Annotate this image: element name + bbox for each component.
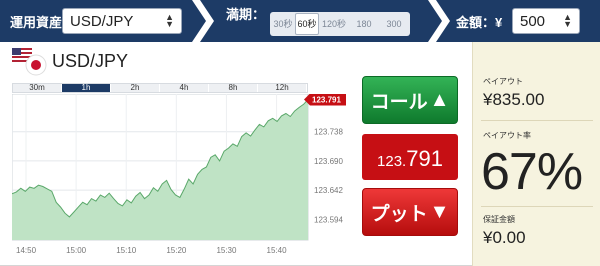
payout-value: ¥835.00 — [483, 90, 545, 109]
x-tick-label: 15:30 — [216, 246, 237, 255]
asset-segment: 運用資産 — [10, 0, 62, 42]
expiry-label: 満期： — [226, 6, 266, 22]
payout-rate-value: 67% — [481, 143, 583, 201]
chevron-separator-icon — [428, 0, 450, 42]
y-tick-label: 123.738 — [314, 128, 343, 137]
usd-jpy-flag-icon — [12, 48, 47, 76]
divider — [481, 120, 593, 121]
price-suffix: 791 — [406, 146, 443, 171]
select-caret-icon: ▲ ▼ — [165, 12, 174, 29]
chevron-separator-icon — [192, 0, 214, 42]
price-chart[interactable]: 123.738123.690123.642123.594 14:50 15:00 1… — [12, 94, 362, 264]
current-price-label: 123.791 — [312, 95, 341, 104]
tab-12h[interactable]: 12h — [258, 84, 307, 92]
y-tick-label: 123.594 — [314, 215, 343, 224]
tab-2h[interactable]: 2h — [111, 84, 160, 92]
expiry-option-60[interactable]: 60秒 — [295, 13, 319, 35]
y-tick-label: 123.642 — [314, 186, 343, 195]
expiry-option-120[interactable]: 120秒 — [319, 13, 349, 35]
y-tick-labels: 123.738 123.690 123.642 123.594 — [314, 128, 343, 225]
guarantee-label: 保証金額 — [483, 215, 515, 224]
expiry-option-300[interactable]: 300 — [379, 13, 409, 35]
payout-label: ペイアウト — [483, 77, 523, 86]
asset-select[interactable]: USD/JPY ▲ ▼ — [62, 8, 182, 34]
current-price-marker: 123.791 — [304, 94, 346, 106]
current-price-box: 123. 791 — [362, 134, 458, 180]
tab-30m[interactable]: 30m — [13, 84, 62, 92]
expiry-segment: 満期： — [226, 0, 265, 34]
amount-select[interactable]: 500 ▲ ▼ — [512, 8, 580, 34]
trade-panel: USD/JPY 30m 1h 2h 4h 8h 12h 123.738 123.6… — [0, 42, 600, 266]
expiry-option-180[interactable]: 180 — [349, 13, 379, 35]
timeframe-tabs: 30m 1h 2h 4h 8h 12h — [12, 83, 308, 93]
asset-select-value: USD/JPY — [70, 12, 134, 30]
tab-1h[interactable]: 1h — [62, 84, 111, 92]
y-tick-label: 123.690 — [314, 157, 343, 166]
asset-label: 運用資産 — [10, 14, 63, 30]
arrow-down-icon: ▼ — [429, 200, 450, 223]
x-tick-label: 14:50 — [16, 246, 37, 255]
amount-segment: 金額：¥ — [456, 0, 502, 42]
top-toolbar: 運用資産 USD/JPY ▲ ▼ 満期： 30秒 60秒 120秒 180 300… — [0, 0, 600, 42]
put-button[interactable]: プット ▼ — [362, 188, 458, 236]
asset-title: USD/JPY — [52, 51, 129, 71]
x-tick-label: 15:40 — [267, 246, 288, 255]
amount-select-value: 500 — [520, 12, 546, 30]
payout-rate-label: ペイアウト率 — [483, 131, 531, 140]
put-label: プット — [370, 203, 428, 225]
call-button[interactable]: コール ▲ — [362, 76, 458, 124]
amount-label: 金額：¥ — [456, 14, 503, 30]
tab-8h[interactable]: 8h — [209, 84, 258, 92]
x-tick-label: 15:00 — [66, 246, 87, 255]
call-label: コール — [370, 91, 428, 113]
x-tick-label: 15:10 — [116, 246, 137, 255]
expiry-option-30[interactable]: 30秒 — [271, 13, 295, 35]
divider — [481, 206, 593, 207]
payout-panel: ペイアウト ¥835.00 ペイアウト率 67% 保証金額 ¥0.00 — [472, 42, 600, 266]
guarantee-value: ¥0.00 — [483, 228, 526, 247]
tab-4h[interactable]: 4h — [160, 84, 209, 92]
select-caret-icon: ▲ ▼ — [563, 12, 572, 29]
arrow-up-icon: ▲ — [429, 88, 450, 111]
expiry-selector: 30秒 60秒 120秒 180 300 — [270, 12, 410, 36]
price-prefix: 123. — [377, 153, 407, 170]
x-tick-label: 15:20 — [166, 246, 187, 255]
x-tick-labels: 14:50 15:00 15:10 15:20 15:30 15:40 — [16, 246, 287, 255]
